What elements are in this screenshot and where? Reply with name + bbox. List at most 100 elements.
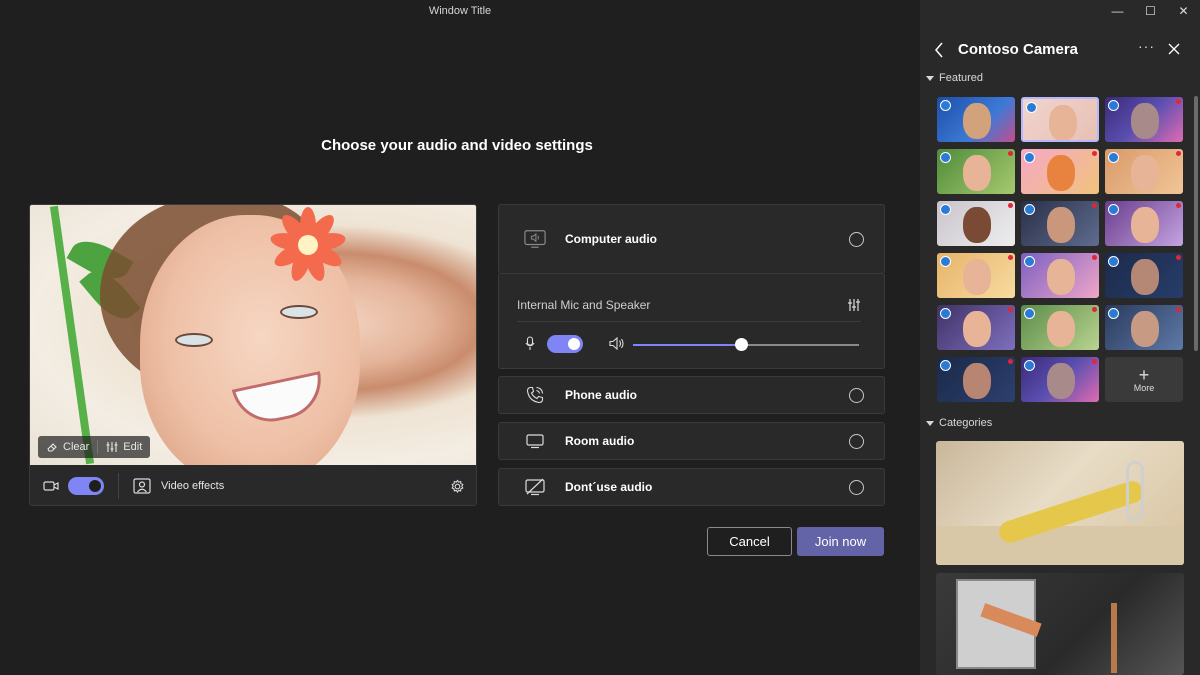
caret-down-icon <box>926 420 934 426</box>
new-indicator-dot <box>1092 359 1097 364</box>
filter-badge-icon <box>1026 102 1037 113</box>
new-indicator-dot <box>1008 307 1013 312</box>
audio-option-no-audio[interactable]: Dont´use audio <box>498 468 885 506</box>
person-frame-icon <box>133 478 151 494</box>
filter-thumbnail[interactable] <box>937 97 1015 142</box>
no-audio-icon <box>524 476 546 498</box>
new-indicator-dot <box>1176 255 1181 260</box>
audio-option-label: Room audio <box>565 434 635 448</box>
filter-thumbnail[interactable] <box>1021 253 1099 298</box>
new-indicator-dot <box>1176 99 1181 104</box>
filter-thumbnail[interactable] <box>1105 305 1183 350</box>
new-indicator-dot <box>1008 203 1013 208</box>
new-indicator-dot <box>1008 255 1013 260</box>
device-name: Internal Mic and Speaker <box>517 298 651 312</box>
new-indicator-dot <box>1092 255 1097 260</box>
video-panel: Clear Edit Video effects <box>29 204 477 506</box>
maximize-icon[interactable]: ☐ <box>1134 0 1167 22</box>
plus-icon: + <box>1138 364 1150 385</box>
filter-badge-icon <box>1108 204 1119 215</box>
category-card[interactable] <box>936 573 1184 675</box>
categories-section-toggle[interactable]: Categories <box>926 417 992 429</box>
filter-edit-chip: Clear Edit <box>38 436 151 458</box>
more-filters-button[interactable]: + More <box>1105 357 1183 402</box>
category-card[interactable] <box>936 441 1184 565</box>
filter-thumbnail[interactable] <box>1105 201 1183 246</box>
divider <box>118 473 119 499</box>
edit-filter-button[interactable]: Edit <box>98 436 150 458</box>
volume-slider-fill <box>633 344 742 346</box>
categories-label: Categories <box>939 417 993 429</box>
audio-option-label: Computer audio <box>565 232 657 246</box>
more-label: More <box>1133 382 1155 393</box>
clear-filter-button[interactable]: Clear <box>38 436 97 458</box>
filter-thumbnail[interactable] <box>937 305 1015 350</box>
video-effects-button[interactable]: Video effects <box>133 478 224 494</box>
filter-thumbnail[interactable] <box>1021 305 1099 350</box>
filter-thumbnail[interactable] <box>1021 149 1099 194</box>
room-display-icon <box>524 430 546 452</box>
audio-option-phone[interactable]: Phone audio <box>498 376 885 414</box>
filter-thumbnail[interactable] <box>937 357 1015 402</box>
window-controls: — ☐ ✕ <box>1101 0 1200 22</box>
minimize-icon[interactable]: — <box>1101 0 1134 22</box>
eraser-icon <box>47 443 57 452</box>
page-title: Choose your audio and video settings <box>321 137 593 154</box>
video-preview: Clear Edit <box>30 205 476 465</box>
audio-option-computer[interactable]: Computer audio <box>498 204 885 274</box>
filter-thumbnail[interactable] <box>1021 97 1099 142</box>
join-now-button[interactable]: Join now <box>797 527 884 556</box>
filter-badge-icon <box>1108 256 1119 267</box>
flower-filter-overlay <box>268 205 348 285</box>
video-effects-label: Video effects <box>161 480 225 492</box>
window-title: Window Title <box>428 5 492 17</box>
radio-button[interactable] <box>849 433 864 449</box>
audio-option-room[interactable]: Room audio <box>498 422 885 460</box>
new-indicator-dot <box>1008 151 1013 156</box>
side-panel-header: Contoso Camera ··· <box>920 36 1200 64</box>
filter-thumbnail[interactable] <box>1021 357 1099 402</box>
filter-badge-icon <box>940 360 951 371</box>
filter-badge-icon <box>1108 308 1119 319</box>
speaker-volume-icon <box>609 337 624 350</box>
sliders-icon <box>106 442 118 452</box>
camera-side-panel: — ☐ ✕ Contoso Camera ··· Featured + More… <box>920 0 1200 675</box>
filter-badge-icon <box>1024 152 1035 163</box>
phone-icon <box>524 384 546 406</box>
filter-thumbnail[interactable] <box>1021 201 1099 246</box>
radio-button[interactable] <box>849 231 864 247</box>
back-arrow-icon[interactable] <box>934 42 944 58</box>
side-panel-title: Contoso Camera <box>958 41 1079 58</box>
filter-thumbnail[interactable] <box>1105 253 1183 298</box>
scrollbar[interactable] <box>1194 96 1198 351</box>
volume-slider[interactable] <box>633 338 859 351</box>
filter-thumbnail[interactable] <box>1105 97 1183 142</box>
camera-toggle[interactable] <box>68 477 104 495</box>
filter-thumbnail[interactable] <box>1105 149 1183 194</box>
cancel-button[interactable]: Cancel <box>707 527 792 556</box>
audio-device-row[interactable]: Internal Mic and Speaker <box>517 292 861 322</box>
gear-icon[interactable] <box>450 478 465 494</box>
close-window-icon[interactable]: ✕ <box>1167 0 1200 22</box>
new-indicator-dot <box>1176 203 1181 208</box>
filter-badge-icon <box>1108 152 1119 163</box>
radio-button[interactable] <box>849 387 864 403</box>
main-area: Window Title Choose your audio and video… <box>0 0 920 675</box>
sliders-icon[interactable] <box>847 298 861 312</box>
featured-section-toggle[interactable]: Featured <box>926 72 983 84</box>
caret-down-icon <box>926 75 934 81</box>
new-indicator-dot <box>1092 151 1097 156</box>
close-icon[interactable] <box>1168 43 1180 55</box>
filter-badge-icon <box>1108 100 1119 111</box>
microphone-toggle[interactable] <box>547 335 583 353</box>
edit-label: Edit <box>123 441 143 453</box>
more-options-icon[interactable]: ··· <box>1138 38 1155 54</box>
new-indicator-dot <box>1008 359 1013 364</box>
volume-slider-thumb[interactable] <box>735 338 749 351</box>
filter-thumbnail[interactable] <box>937 149 1015 194</box>
microphone-icon <box>525 336 535 350</box>
filter-thumbnail[interactable] <box>937 201 1015 246</box>
radio-button[interactable] <box>849 479 864 495</box>
filter-thumbnail[interactable] <box>937 253 1015 298</box>
filter-badge-icon <box>1024 256 1035 267</box>
